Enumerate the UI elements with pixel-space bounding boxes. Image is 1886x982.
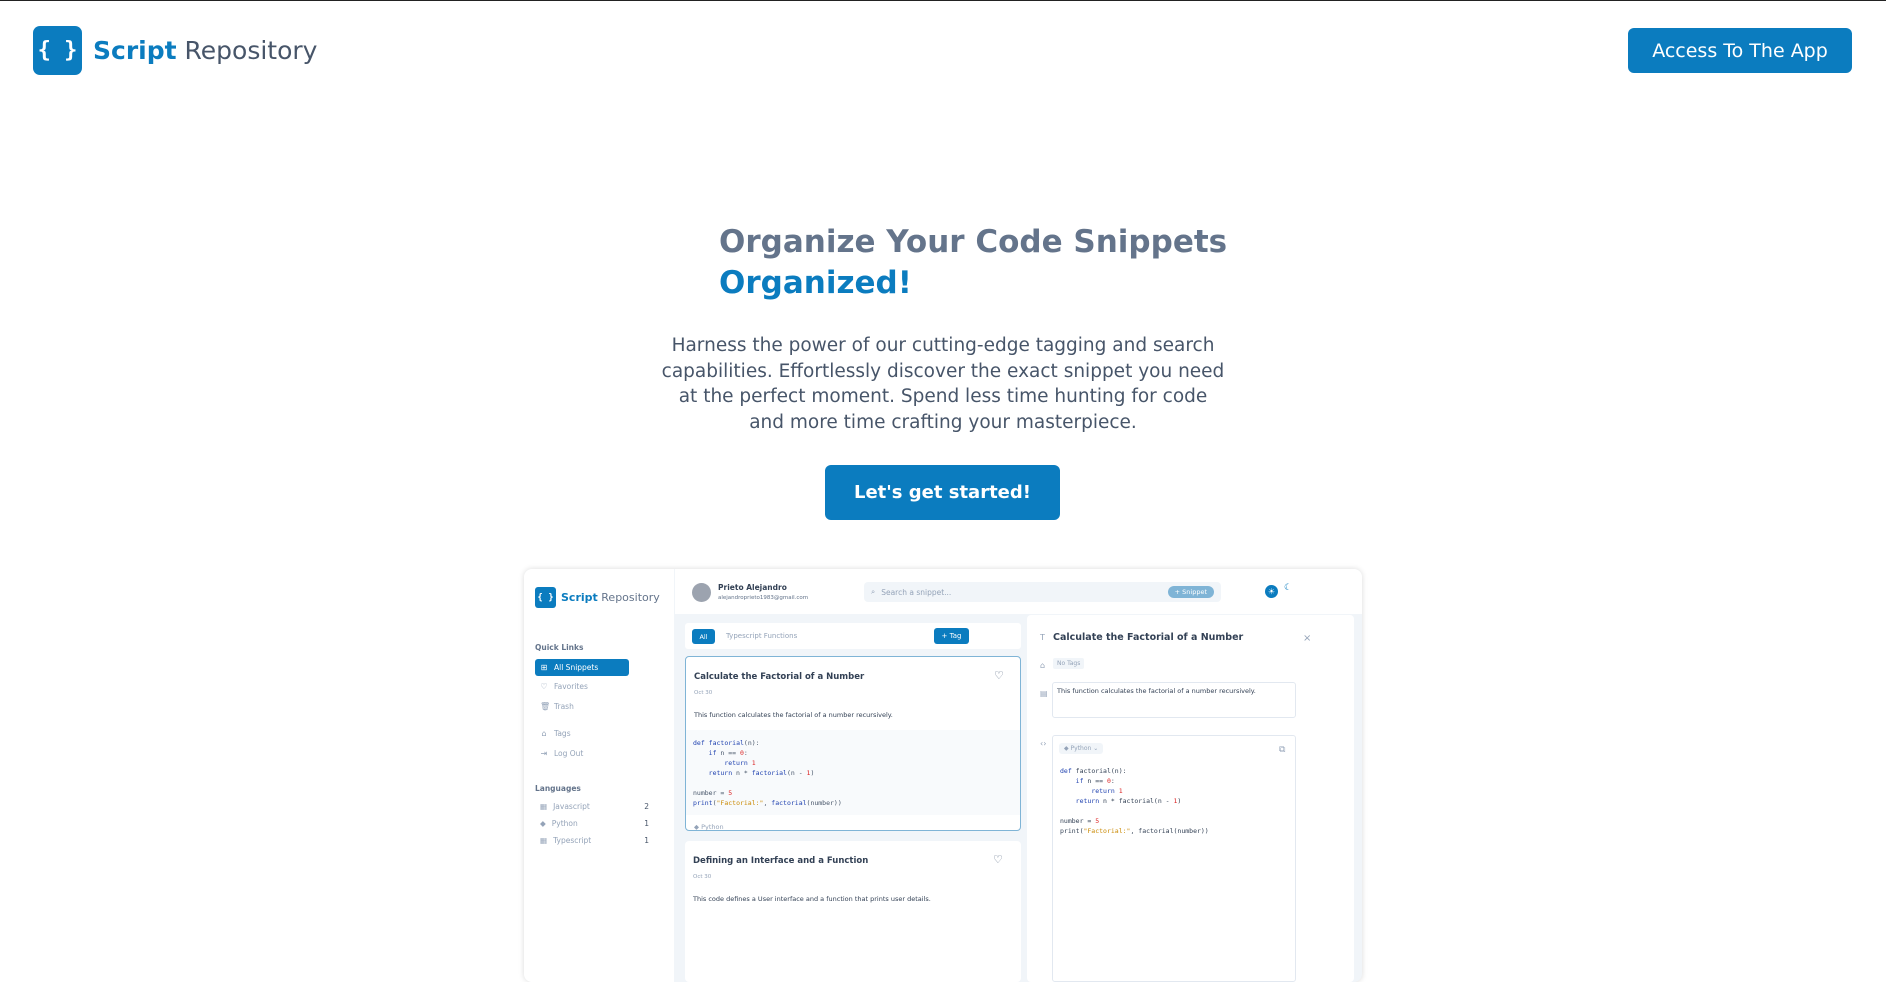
code-icon: ‹› (1040, 739, 1047, 748)
language-count: 1 (644, 836, 649, 845)
preview-brand-name: Script Repository (561, 591, 660, 604)
sidebar-item-label: Tags (554, 729, 571, 738)
hero-title: Organize Your Code Snippets Organized! (719, 222, 1227, 304)
language-count: 2 (644, 802, 649, 811)
detail-code-editor: ◆ Python ⌄ ⧉ def factorial(n): if n == 0… (1052, 735, 1296, 982)
preview-sidebar: { } Script Repository Quick Links ⊞ All S… (524, 569, 674, 982)
access-app-button[interactable]: Access To The App (1628, 28, 1852, 73)
language-select-label: Python (1070, 745, 1092, 752)
heart-icon: ♡ (994, 669, 1004, 682)
preview-braces-logo-icon: { } (535, 587, 556, 608)
snippet-title: Calculate the Factorial of a Number (694, 672, 865, 682)
sidebar-item-label: Trash (554, 702, 574, 711)
brand-name-rest: Repository (184, 36, 318, 65)
typescript-icon: ▦ (540, 836, 548, 845)
logout-icon: ⇥ (540, 749, 548, 758)
preview-search-bar: ⌕ Search a snippet... + Snippet (864, 582, 1221, 602)
detail-tags: No Tags (1053, 658, 1085, 669)
heart-icon: ♡ (993, 853, 1003, 866)
sidebar-item-tags: ⌂ Tags (535, 725, 629, 742)
sidebar-item-trash: 🗑 Trash (535, 698, 629, 715)
search-placeholder: Search a snippet... (881, 587, 952, 597)
tag-pill-typescript-functions: Typescript Functions (726, 632, 798, 640)
snippet-language-label: Python (701, 823, 724, 831)
language-item-typescript: ▦ Typescript 1 (535, 836, 649, 845)
brand-name: Script Repository (93, 36, 317, 65)
preview-brand-rest: Repository (601, 591, 660, 604)
language-item-javascript: ▦ Javascript 2 (535, 802, 649, 811)
snippet-date: Oct 30 (693, 874, 712, 880)
languages-heading: Languages (535, 784, 581, 793)
detail-description: This function calculates the factorial o… (1052, 682, 1296, 718)
snippet-code: def factorial(n): if n == 0: return 1 re… (686, 730, 1020, 815)
preview-brand-bold: Script (561, 591, 598, 604)
heart-icon: ♡ (540, 682, 548, 691)
language-count: 1 (644, 819, 649, 828)
sidebar-item-all-snippets: ⊞ All Snippets (535, 659, 629, 676)
title-icon: T (1040, 633, 1045, 642)
sidebar-item-label: Log Out (554, 749, 584, 758)
close-icon: × (1303, 633, 1312, 644)
preview-brand: { } Script Repository (535, 587, 660, 608)
hero-title-line1: Organize Your Code Snippets (719, 224, 1228, 260)
snippet-card: Calculate the Factorial of a Number ♡ Oc… (685, 656, 1021, 831)
language-label: Python (551, 819, 578, 828)
search-icon: ⌕ (871, 587, 876, 596)
language-label: Javascript (553, 802, 590, 811)
user-email: alejandroprieto1983@gmail.com (718, 595, 809, 601)
python-icon: ◆ (540, 819, 546, 828)
language-label: Typescript (553, 836, 592, 845)
snippet-detail-panel: T Calculate the Factorial of a Number × … (1027, 615, 1354, 982)
language-select: ◆ Python ⌄ (1059, 743, 1104, 754)
app-preview-screenshot: { } Script Repository Quick Links ⊞ All S… (524, 569, 1362, 982)
braces-logo-icon: { } (33, 26, 82, 75)
hero-description: Harness the power of our cutting-edge ta… (661, 335, 1225, 433)
hero-title-line2: Organized! (719, 265, 912, 301)
snippet-description: This function calculates the factorial o… (694, 711, 893, 719)
sidebar-item-favorites: ♡ Favorites (535, 678, 629, 695)
brand[interactable]: { } Script Repository (33, 26, 317, 75)
detail-title: Calculate the Factorial of a Number (1053, 632, 1244, 643)
moon-icon: ☾ (1284, 583, 1293, 593)
sidebar-item-logout: ⇥ Log Out (535, 745, 629, 762)
add-snippet-button: + Snippet (1167, 586, 1214, 598)
snippet-title: Defining an Interface and a Function (693, 856, 869, 866)
description-icon: ▤ (1040, 689, 1048, 698)
snippet-description: This code defines a User interface and a… (693, 895, 931, 903)
trash-icon: 🗑 (540, 702, 551, 711)
sidebar-item-label: All Snippets (554, 663, 599, 672)
snippet-language: ◆ Python (694, 823, 724, 831)
get-started-button[interactable]: Let's get started! (825, 465, 1060, 520)
preview-tags-bar: All Typescript Functions + Tag (685, 623, 1021, 649)
brand-name-bold: Script (93, 36, 177, 65)
snippet-date: Oct 30 (694, 690, 713, 696)
grid-icon: ⊞ (540, 663, 548, 672)
quick-links-heading: Quick Links (535, 643, 584, 652)
tag-icon: ⌂ (1040, 661, 1046, 670)
javascript-icon: ▦ (540, 802, 548, 811)
user-name: Prieto Alejandro (718, 583, 787, 592)
navbar: { } Script Repository Access To The App (0, 0, 1886, 100)
tag-pill-all: All (692, 629, 715, 644)
add-tag-button: + Tag (934, 628, 969, 644)
copy-icon: ⧉ (1279, 745, 1286, 755)
sidebar-item-label: Favorites (554, 682, 588, 691)
tag-icon: ⌂ (541, 729, 547, 738)
detail-code: def factorial(n): if n == 0: return 1 re… (1060, 767, 1209, 835)
language-item-python: ◆ Python 1 (535, 819, 649, 828)
snippet-card: Defining an Interface and a Function ♡ O… (685, 841, 1021, 982)
avatar (692, 583, 711, 602)
sun-icon: ☀ (1265, 585, 1278, 598)
preview-topbar: Prieto Alejandro alejandroprieto1983@gma… (675, 569, 1362, 614)
